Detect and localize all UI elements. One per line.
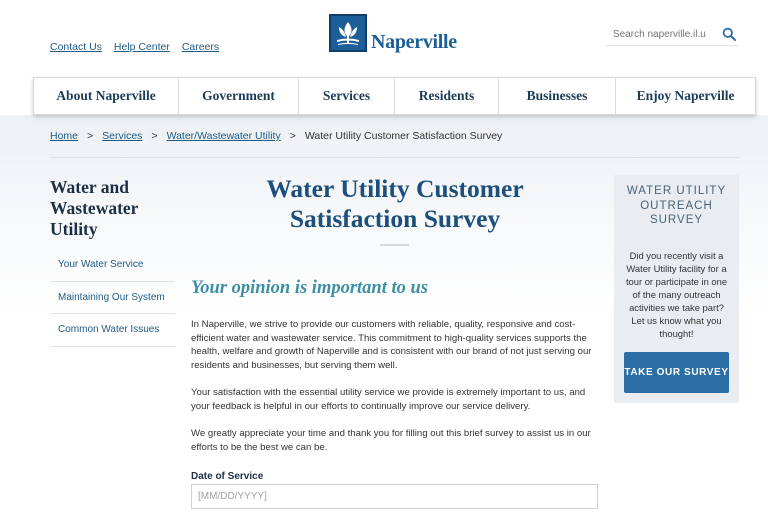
breadcrumb-water-utility[interactable]: Water/Wastewater Utility: [167, 130, 281, 142]
subheading: Your opinion is important to us: [191, 278, 428, 298]
breadcrumb-services[interactable]: Services: [102, 130, 142, 142]
sidebar-menu: Your Water Service Maintaining Our Syste…: [50, 249, 175, 347]
naperville-logo-icon: [329, 14, 367, 52]
breadcrumb-current: Water Utility Customer Satisfaction Surv…: [304, 130, 503, 142]
breadcrumb-home[interactable]: Home: [50, 130, 78, 142]
breadcrumb-separator: >: [151, 130, 158, 142]
date-of-service-input[interactable]: [191, 484, 598, 509]
outreach-text: Did you recently visit a Water Utility f…: [625, 249, 728, 339]
search-input[interactable]: [606, 29, 706, 40]
site-logo[interactable]: Naperville: [329, 14, 457, 53]
title-divider: [380, 244, 409, 246]
sidebar-title: Water and Wastewater Utility: [50, 177, 139, 239]
date-of-service-label: Date of Service: [191, 471, 264, 482]
page-title: Water Utility Customer Satisfaction Surv…: [266, 174, 524, 233]
take-our-survey-button[interactable]: TAKE OUR SURVEY: [624, 352, 729, 393]
intro-paragraph: In Naperville, we strive to provide our …: [191, 319, 592, 371]
sidebar-item-your-water-service[interactable]: Your Water Service: [50, 249, 175, 282]
careers-link[interactable]: Careers: [182, 41, 219, 53]
satisfaction-paragraph: Your satisfaction with the essential uti…: [191, 387, 586, 412]
nav-residents[interactable]: Residents: [395, 78, 499, 114]
sidebar-item-common-water-issues[interactable]: Common Water Issues: [50, 314, 175, 347]
nav-about-naperville[interactable]: About Naperville: [34, 78, 179, 114]
breadcrumb-separator: >: [289, 130, 296, 142]
nav-services[interactable]: Services: [299, 78, 395, 114]
breadcrumb-separator: >: [87, 130, 94, 142]
outreach-title: WATER UTILITY OUTREACH SURVEY: [626, 185, 727, 226]
search-icon[interactable]: [722, 27, 738, 43]
search-bar: [606, 24, 738, 46]
help-center-link[interactable]: Help Center: [114, 41, 170, 53]
breadcrumb-divider: [50, 157, 740, 158]
main-nav: About Naperville Government Services Res…: [33, 77, 756, 115]
nav-businesses[interactable]: Businesses: [499, 78, 616, 114]
outreach-box: WATER UTILITY OUTREACH SURVEY Did you re…: [614, 175, 739, 403]
breadcrumb: Home > Services > Water/Wastewater Utility > W…: [50, 130, 502, 142]
nav-enjoy-naperville[interactable]: Enjoy Naperville: [616, 78, 755, 114]
logo-text: Naperville: [371, 31, 457, 53]
contact-us-link[interactable]: Contact Us: [50, 41, 102, 53]
thanks-paragraph: We greatly appreciate your time and than…: [191, 428, 591, 453]
sidebar-item-maintaining-our-system[interactable]: Maintaining Our System: [50, 282, 175, 314]
utility-links: Contact Us Help Center Careers: [50, 41, 228, 53]
nav-government[interactable]: Government: [179, 78, 299, 114]
